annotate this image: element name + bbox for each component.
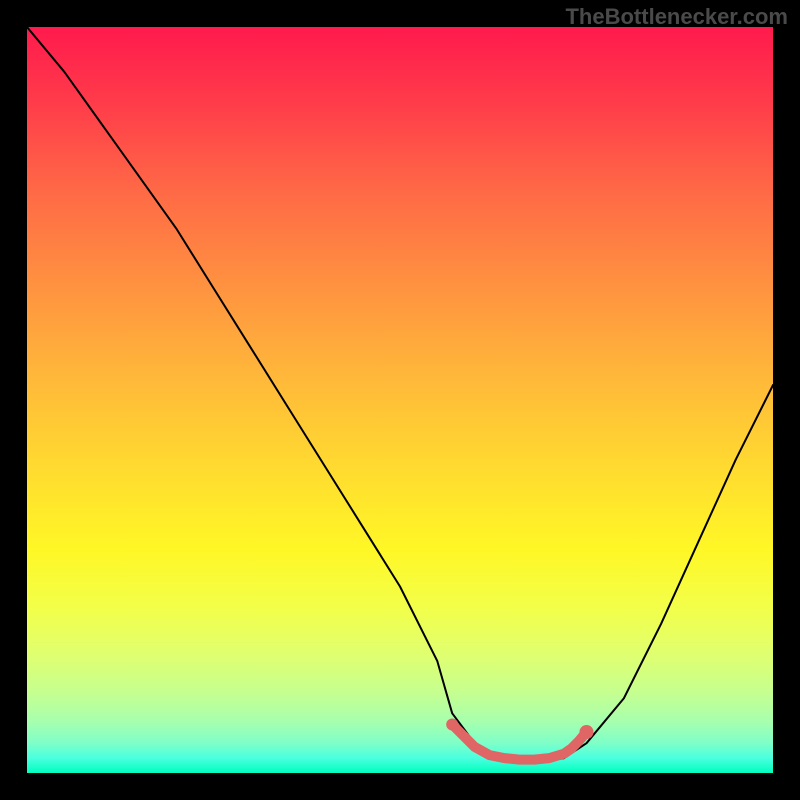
highlighted-range-markers [446, 719, 593, 760]
watermark-text: TheBottlenecker.com [565, 4, 788, 30]
bottleneck-curve-line [27, 27, 773, 762]
plot-area [27, 27, 773, 773]
chart-container: TheBottlenecker.com [0, 0, 800, 800]
chart-svg [27, 27, 773, 773]
